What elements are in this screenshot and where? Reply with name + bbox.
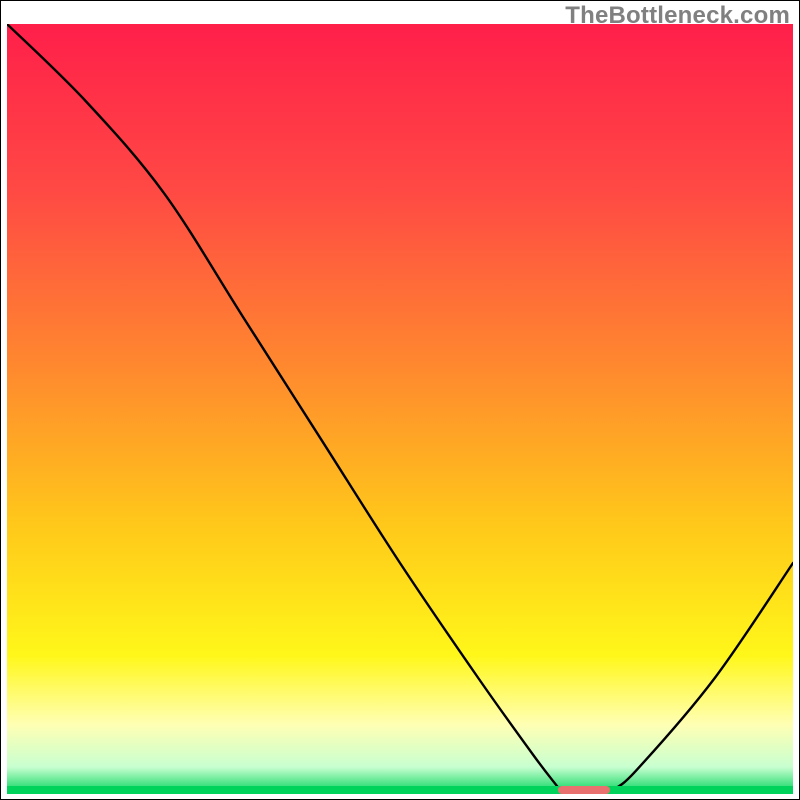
outer-border — [0, 0, 800, 800]
chart-stage: TheBottleneck.com — [0, 0, 800, 800]
